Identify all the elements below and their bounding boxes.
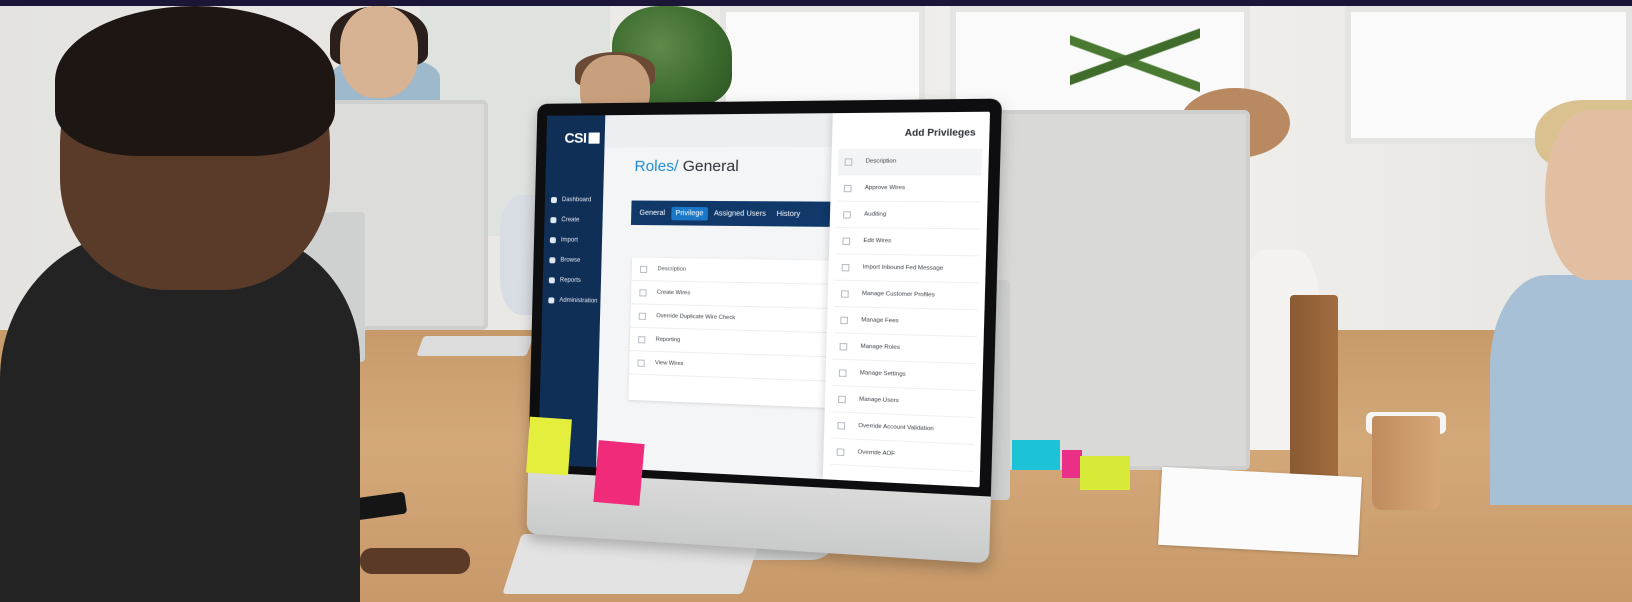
breadcrumb-roles[interactable]: Roles/ [634, 158, 678, 175]
paper-sheet [1158, 466, 1362, 556]
list-item[interactable]: Manage Fees [833, 306, 978, 338]
person-foreground-hand [360, 548, 470, 574]
chevron-down-icon: ⌄ [601, 299, 607, 306]
add-privileges-panel: Add Privileges Description Approve Wires… [822, 111, 991, 488]
sidebar-item-reports[interactable]: Reports [548, 270, 610, 291]
coffee-cup [1372, 416, 1440, 510]
sidebar: CSI Dashboard Create Import Browse Repor… [538, 115, 607, 468]
search-icon [549, 257, 556, 264]
list-item[interactable]: Approve Wires [836, 175, 982, 203]
sidebar-item-administration[interactable]: Administration ⌄ [548, 290, 609, 312]
tab-assigned-users[interactable]: Assigned Users [710, 207, 771, 221]
page-title-text: General [682, 157, 740, 176]
item-checkbox[interactable] [840, 316, 849, 324]
row-checkbox[interactable] [638, 312, 647, 320]
list-item[interactable]: Manage Customer Profiles [834, 280, 979, 311]
keyboard [416, 336, 534, 356]
item-checkbox[interactable] [838, 395, 846, 403]
arrow-icon [550, 217, 557, 224]
tab-bar: General Privilege Assigned Users History [630, 200, 857, 228]
sticky-note [1012, 440, 1060, 470]
row-checkbox[interactable] [637, 358, 645, 367]
item-checkbox[interactable] [843, 210, 851, 219]
tab-general[interactable]: General [635, 206, 669, 220]
select-all-checkbox[interactable] [639, 265, 648, 273]
sticky-note [593, 440, 645, 506]
list-item[interactable]: Auditing [836, 201, 981, 230]
item-checkbox[interactable] [841, 263, 850, 271]
item-checkbox[interactable] [843, 184, 852, 192]
app-screen: CSI Dashboard Create Import Browse Repor… [538, 111, 991, 488]
person-right [1545, 110, 1632, 280]
plant [1070, 20, 1200, 110]
item-checkbox[interactable] [839, 342, 848, 351]
header-bar [604, 113, 833, 148]
background-person [340, 6, 418, 98]
list-item[interactable]: Override AOF [829, 438, 974, 472]
home-icon [550, 197, 557, 204]
item-checkbox[interactable] [837, 421, 846, 430]
list-item[interactable]: Import Inbound Fed Message [834, 254, 980, 284]
person-foreground [55, 6, 335, 156]
row-checkbox[interactable] [638, 335, 646, 343]
page-title: Roles/ General [634, 158, 739, 176]
panel-title: Add Privileges [904, 126, 976, 139]
list-item[interactable]: Edit Wires [835, 227, 980, 257]
report-icon [548, 277, 555, 284]
select-all-checkbox[interactable] [844, 157, 853, 166]
logo-mark-icon [588, 132, 600, 144]
tab-privilege[interactable]: Privilege [671, 206, 708, 221]
document-icon [549, 237, 556, 244]
chair [1290, 295, 1338, 495]
privilege-list: Description Approve Wires Auditing Edit … [829, 148, 983, 472]
list-header: Description [837, 148, 983, 176]
item-checkbox[interactable] [840, 289, 849, 298]
sidebar-item-dashboard[interactable]: Dashboard [550, 190, 612, 211]
item-checkbox[interactable] [836, 447, 845, 456]
sticky-note [1062, 450, 1082, 478]
sidebar-nav: Dashboard Create Import Browse Reports A… [548, 190, 611, 312]
person-right [1490, 275, 1632, 505]
background-monitor [990, 110, 1250, 470]
tab-history[interactable]: History [772, 207, 804, 221]
sidebar-item-browse[interactable]: Browse [549, 250, 610, 271]
sidebar-item-create[interactable]: Create [550, 210, 611, 231]
sticky-note [526, 416, 572, 476]
row-checkbox[interactable] [639, 288, 647, 297]
sidebar-item-import[interactable]: Import [549, 230, 611, 251]
sticky-note [1080, 456, 1130, 490]
admin-icon [548, 297, 555, 304]
item-checkbox[interactable] [842, 237, 851, 245]
logo: CSI [564, 129, 600, 146]
privilege-table: Description Create Wires Override Duplic… [628, 257, 856, 409]
item-checkbox[interactable] [838, 368, 847, 377]
